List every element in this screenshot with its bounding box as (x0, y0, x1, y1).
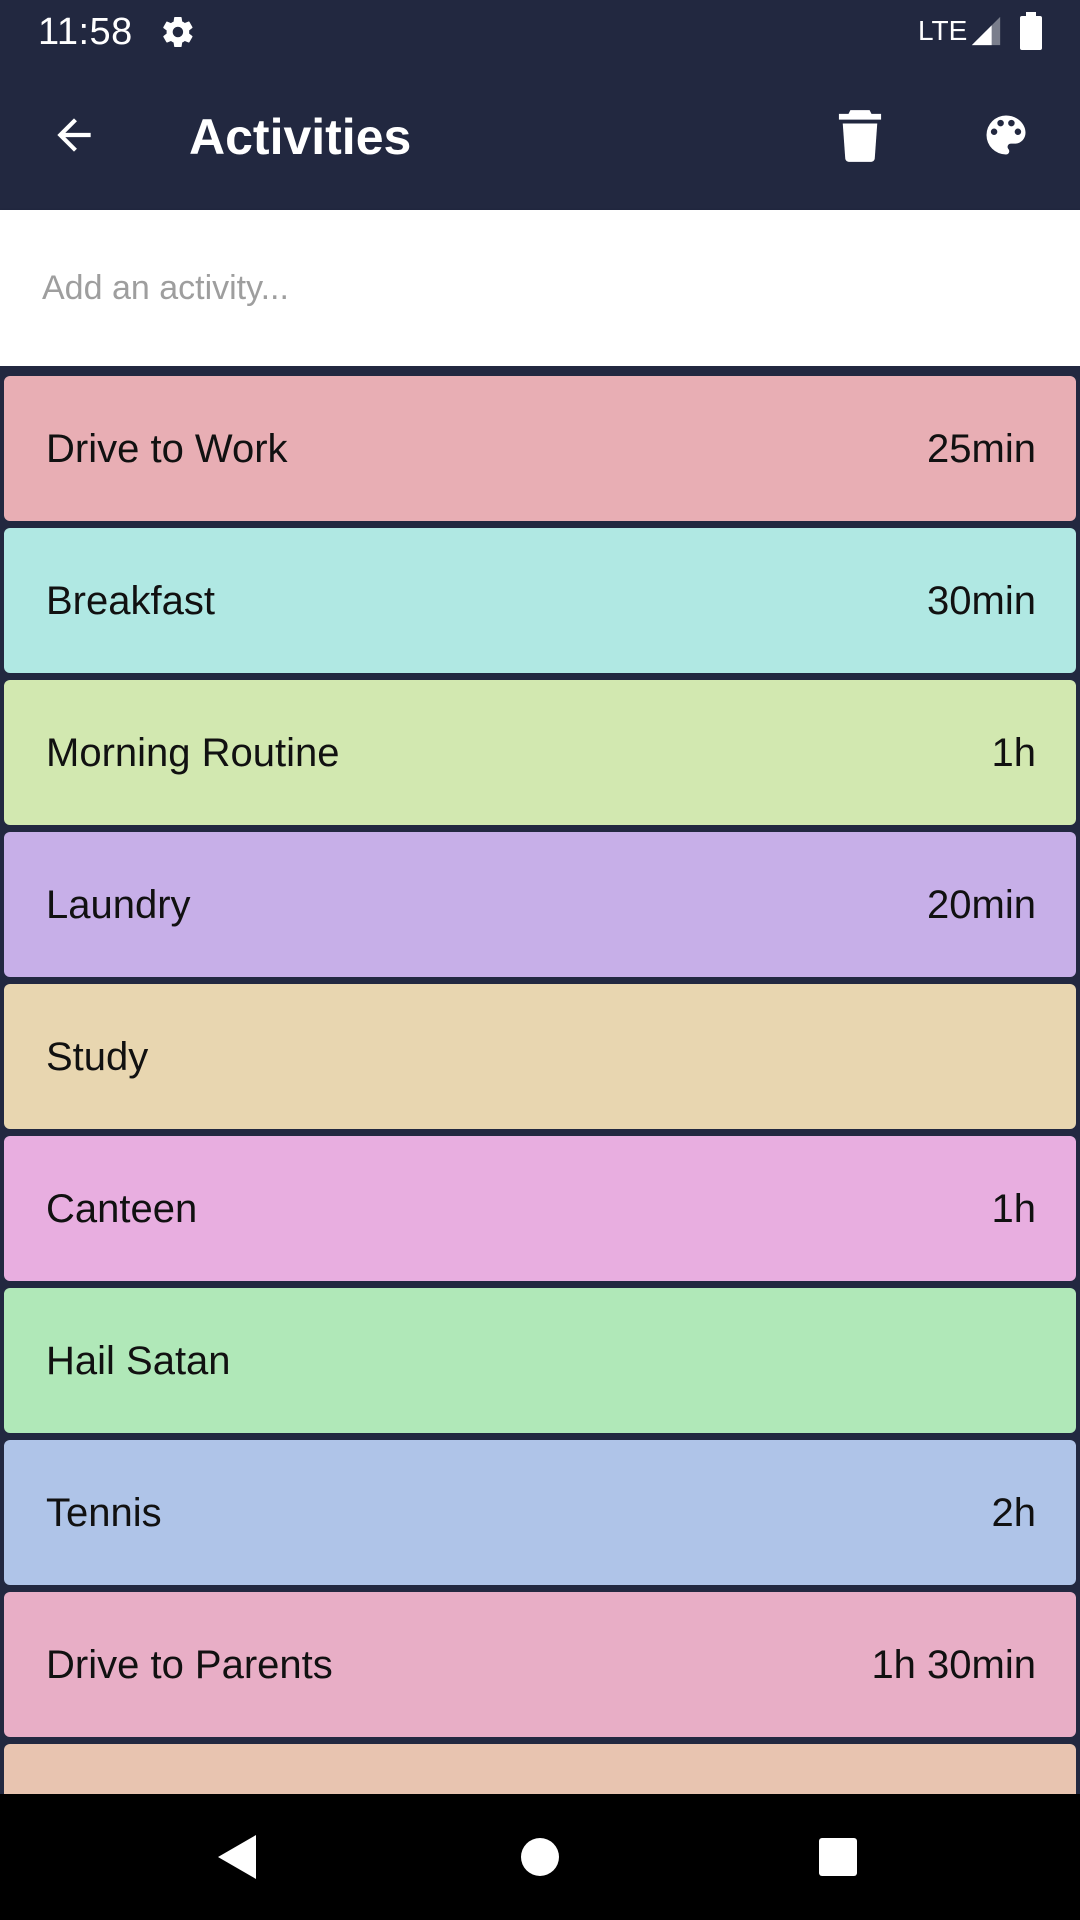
back-button[interactable] (34, 97, 114, 177)
palette-icon (980, 109, 1032, 166)
activity-duration: 1h 30min (871, 1643, 1036, 1687)
list-item[interactable]: Laundry 20min (4, 832, 1076, 977)
list-item[interactable] (4, 1744, 1076, 1794)
activity-name: Hail Satan (46, 1339, 231, 1383)
activity-name: Study (46, 1035, 149, 1079)
nav-back-icon (216, 1833, 260, 1886)
activity-list[interactable]: Drive to Work 25min Breakfast 30min Morning … (0, 366, 1080, 1794)
activity-duration: 30min (927, 579, 1036, 623)
list-item[interactable]: Drive to Work 25min (4, 376, 1076, 521)
delete-button[interactable] (820, 97, 900, 177)
palette-button[interactable] (966, 97, 1046, 177)
activity-name: Drive to Work (46, 427, 288, 471)
activity-name: Drive to Parents (46, 1643, 333, 1687)
nav-home-button[interactable] (495, 1814, 585, 1904)
activity-duration: 1h (991, 1187, 1037, 1231)
gear-icon (160, 14, 196, 50)
status-bar: 11:58 LTE (0, 0, 1080, 63)
activity-name: Breakfast (46, 579, 215, 623)
nav-recent-icon (818, 1837, 858, 1882)
nav-back-button[interactable] (193, 1814, 283, 1904)
app-bar: Activities (0, 63, 1080, 210)
add-activity-area (0, 210, 1080, 366)
status-time: 11:58 (38, 11, 133, 53)
list-item[interactable]: Hail Satan (4, 1288, 1076, 1433)
list-item[interactable]: Canteen 1h (4, 1136, 1076, 1281)
back-arrow-icon (49, 110, 99, 165)
activity-name: Tennis (46, 1491, 162, 1535)
activity-duration: 20min (927, 883, 1036, 927)
nav-home-icon (520, 1837, 560, 1882)
network-type-label: LTE (918, 15, 968, 46)
list-item[interactable]: Drive to Parents 1h 30min (4, 1592, 1076, 1737)
add-activity-input[interactable] (42, 258, 1042, 318)
battery-icon (1020, 12, 1042, 50)
activity-name: Laundry (46, 883, 191, 927)
activity-duration: 2h (991, 1491, 1037, 1535)
trash-icon (837, 108, 883, 167)
activity-duration: 1h (991, 731, 1037, 775)
nav-recent-button[interactable] (793, 1814, 883, 1904)
list-item[interactable]: Morning Routine 1h (4, 680, 1076, 825)
signal-icon (969, 14, 1003, 48)
page-title: Activities (189, 109, 412, 165)
activity-duration: 25min (927, 427, 1036, 471)
activity-name: Morning Routine (46, 731, 340, 775)
navigation-bar (0, 1794, 1080, 1920)
list-item[interactable]: Tennis 2h (4, 1440, 1076, 1585)
activity-name: Canteen (46, 1187, 198, 1231)
list-item[interactable]: Study (4, 984, 1076, 1129)
list-item[interactable]: Breakfast 30min (4, 528, 1076, 673)
